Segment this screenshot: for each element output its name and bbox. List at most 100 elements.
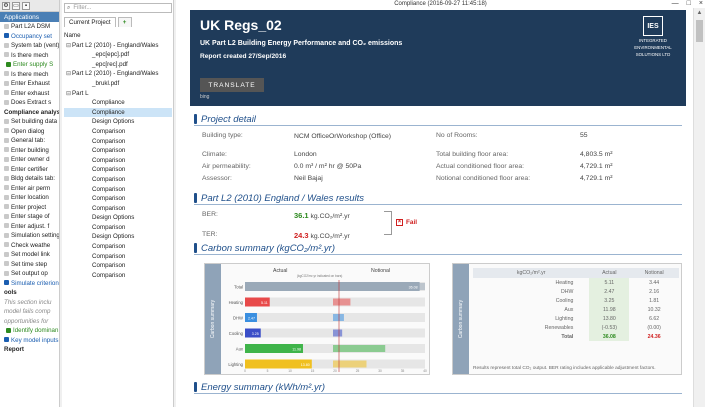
task-item-label: opportunities for (4, 317, 49, 325)
actual-cell: 2.47 (589, 287, 630, 296)
task-item[interactable]: Is there mech (0, 51, 59, 61)
task-item[interactable]: Set building data (0, 117, 59, 127)
task-panel: ⚙ ▭ ▪ Applications Part L2A DSM Occupancy… (0, 0, 60, 407)
category-label: Heating (229, 300, 244, 305)
tree-node[interactable]: Comparison (64, 127, 172, 137)
tree-node[interactable]: Comparison (64, 156, 172, 166)
tree-node[interactable]: Comparison (64, 165, 172, 175)
minimize-button[interactable]: — (672, 0, 679, 8)
task-item[interactable]: Compliance analysi (0, 108, 59, 118)
section-marker-icon (194, 243, 197, 253)
tree-node[interactable]: Comparison (64, 146, 172, 156)
notional-cell: 6.62 (649, 315, 660, 322)
close-button[interactable]: × (699, 0, 703, 8)
tab-applications[interactable]: Applications (0, 12, 59, 22)
status-dot-icon (4, 337, 9, 343)
task-item[interactable]: Open dialog (0, 127, 59, 137)
tree-node[interactable]: Design Options (64, 117, 172, 127)
task-item[interactable]: Set output op (0, 269, 59, 279)
tree-node[interactable]: ⊟Part L2 (2010) - England/Wales (64, 69, 172, 79)
tree-node[interactable]: Comparison (64, 137, 172, 147)
tree-node-label: Comparison (92, 185, 126, 193)
task-item[interactable]: General tab: (0, 136, 59, 146)
task-item[interactable]: Does Extract s (0, 98, 59, 108)
task-item[interactable]: Enter supply S (0, 60, 59, 70)
results-heading: Part L2 (2010) England / Wales results (201, 192, 364, 204)
tree-node-label: Comparison (92, 262, 126, 270)
tree-node[interactable]: Comparison (64, 242, 172, 252)
task-item-label: This section inclu (4, 298, 52, 306)
task-item[interactable]: Enter location (0, 193, 59, 203)
gear-icon[interactable]: ⚙ (2, 1, 10, 10)
task-item[interactable]: Enter stage of (0, 212, 59, 222)
folder-icon[interactable]: ▭ (12, 1, 20, 10)
report-content: UK Regs_02 UK Part L2 Building Energy Pe… (190, 10, 686, 407)
task-item[interactable]: Enter building (0, 146, 59, 156)
translate-button[interactable]: TRANSLATE (200, 78, 264, 92)
task-item[interactable]: Enter Exhaust (0, 79, 59, 89)
status-dot-icon (4, 147, 9, 153)
task-item[interactable]: Enter project (0, 203, 59, 213)
task-item-label: Enter adjust. f (11, 222, 50, 230)
tree-node[interactable]: Comparison (64, 261, 172, 271)
task-item[interactable]: Simulation setting (0, 231, 59, 241)
filter-input[interactable]: ⌕ Filter... (64, 3, 172, 13)
task-item[interactable]: Report (0, 345, 59, 355)
task-item[interactable]: model fails comp (0, 307, 59, 317)
tree-node[interactable]: Design Options (64, 232, 172, 242)
task-item[interactable]: opportunities for (0, 317, 59, 327)
tree-node[interactable]: _brukl.pdf (64, 79, 172, 89)
task-item[interactable]: Is there mech (0, 70, 59, 80)
carbon-chart: Actual Notional (kgCO2/m².yr indicated on … (228, 268, 427, 373)
task-item[interactable]: Identify dominan (0, 326, 59, 336)
task-item[interactable]: Part L2A DSM (0, 22, 59, 32)
building-type-label: Building type: (202, 132, 243, 139)
task-item-label: Does Extract s (11, 99, 52, 106)
scroll-up-icon[interactable]: ▲ (694, 8, 705, 18)
status-dot-icon (4, 80, 9, 86)
results-section: Part L2 (2010) England / Wales results B… (190, 193, 686, 241)
task-item[interactable]: Key model inputs (0, 336, 59, 346)
actual-area-label: Actual conditioned floor area: (436, 163, 525, 170)
task-item[interactable]: Enter air perm (0, 184, 59, 194)
tree-node[interactable]: Comparison (64, 271, 172, 281)
bar-track-notional (333, 328, 425, 338)
tree-node[interactable]: _epc[epc].pdf (64, 50, 172, 60)
task-item[interactable]: Enter owner d (0, 155, 59, 165)
task-item[interactable]: Check weathe (0, 241, 59, 251)
task-item[interactable]: Simulate criterion (0, 279, 59, 289)
tree-node[interactable]: Comparison (64, 223, 172, 233)
task-item[interactable]: Set time step (0, 260, 59, 270)
x-tick-label: 40 (423, 369, 427, 373)
save-icon[interactable]: ▪ (22, 1, 30, 10)
tab-current-project[interactable]: Current Project (64, 17, 116, 27)
task-item[interactable]: Bldg details tab: (0, 174, 59, 184)
task-item[interactable]: This section inclu (0, 298, 59, 308)
tree-node[interactable]: Comparison (64, 175, 172, 185)
add-tab-button[interactable]: + (117, 17, 132, 27)
task-item[interactable]: Enter adjust. f (0, 222, 59, 232)
status-dot-icon (4, 175, 9, 181)
task-item[interactable]: Enter exhaust (0, 89, 59, 99)
tree-node[interactable]: Comparison (64, 204, 172, 214)
task-item[interactable]: Set model link (0, 250, 59, 260)
task-item[interactable]: Enter certifier (0, 165, 59, 175)
legend-actual: Actual (273, 268, 287, 274)
task-item[interactable]: System tab (vent) (0, 41, 59, 51)
tree-node[interactable]: Compliance (64, 107, 172, 118)
tree-node[interactable]: ⊟Part L2 (2010) - England/Wales (64, 41, 172, 51)
tree-node[interactable]: Comparison (64, 185, 172, 195)
tree-node[interactable]: Compliance (64, 98, 172, 108)
vertical-scrollbar[interactable]: ▲ (693, 8, 705, 407)
tree-node[interactable]: Comparison (64, 194, 172, 204)
tree-node[interactable]: _epc[rec].pdf (64, 60, 172, 70)
task-item[interactable]: ools (0, 288, 59, 298)
tree-node[interactable]: Comparison (64, 252, 172, 262)
maximize-button[interactable]: □ (687, 0, 691, 8)
task-item[interactable]: Occupancy set (0, 32, 59, 42)
scroll-thumb[interactable] (696, 20, 703, 42)
task-item-label: Set model link (11, 251, 50, 258)
tree-node[interactable]: ⊟Part L (64, 89, 172, 99)
project-detail-grid: Building type: NCM OfficeOrWorkshop (Off… (190, 129, 686, 191)
tree-node[interactable]: Design Options (64, 213, 172, 223)
